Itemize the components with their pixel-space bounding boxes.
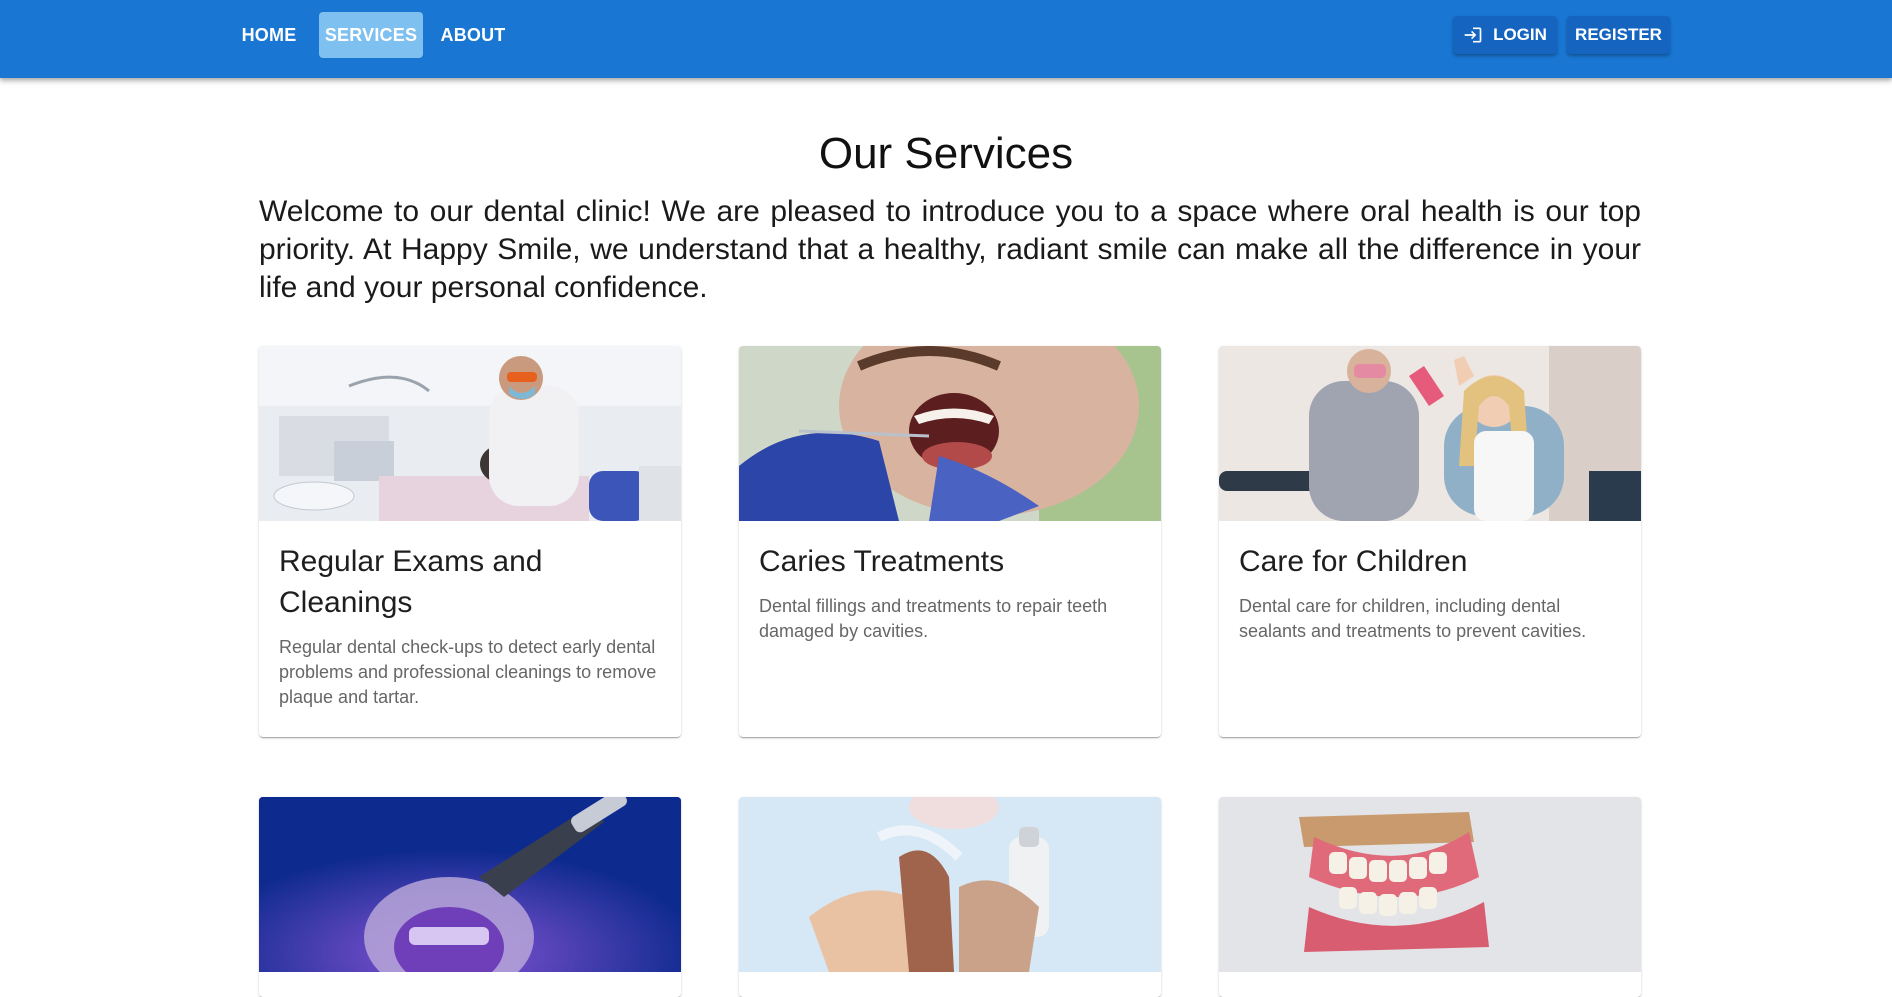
nav-about-button[interactable]: ABOUT: [434, 12, 512, 58]
service-image-exams: [259, 346, 681, 521]
login-icon: [1464, 27, 1482, 43]
service-image-dentures: [1219, 797, 1641, 972]
intro-paragraph: Welcome to our dental clinic! We are ple…: [259, 195, 1641, 304]
service-card-caries: Caries Treatments Dental fillings and tr…: [739, 346, 1161, 737]
service-card-5: [739, 797, 1161, 997]
service-title: Regular Exams and Cleanings: [279, 545, 543, 619]
service-image-braces: [259, 797, 681, 972]
login-button[interactable]: LOGIN: [1453, 16, 1557, 54]
page-title: Our Services: [818, 129, 1074, 178]
service-image-aligners: [739, 797, 1161, 972]
service-image-children: [1219, 346, 1641, 521]
service-card-exams: Regular Exams and Cleanings Regular dent…: [259, 346, 681, 737]
service-title: Caries Treatments: [759, 545, 1005, 578]
service-card-4: [259, 797, 681, 997]
service-description: Regular dental check-ups to detect early…: [279, 637, 657, 707]
nav-services-button[interactable]: SERVICES: [319, 12, 423, 58]
app-bar: HOME SERVICES ABOUT LOGIN REGISTER: [0, 0, 1892, 78]
service-title: Care for Children: [1239, 545, 1468, 578]
login-label: LOGIN: [1493, 25, 1547, 44]
service-image-caries: [739, 346, 1161, 521]
register-label: REGISTER: [1575, 25, 1662, 44]
service-description: Dental care for children, including dent…: [1239, 596, 1587, 641]
nav-home-button[interactable]: HOME: [234, 12, 304, 58]
service-description: Dental fillings and treatments to repair…: [759, 596, 1108, 641]
register-button[interactable]: REGISTER: [1567, 16, 1670, 54]
service-card-6: [1219, 797, 1641, 997]
service-card-children: Care for Children Dental care for childr…: [1219, 346, 1641, 737]
